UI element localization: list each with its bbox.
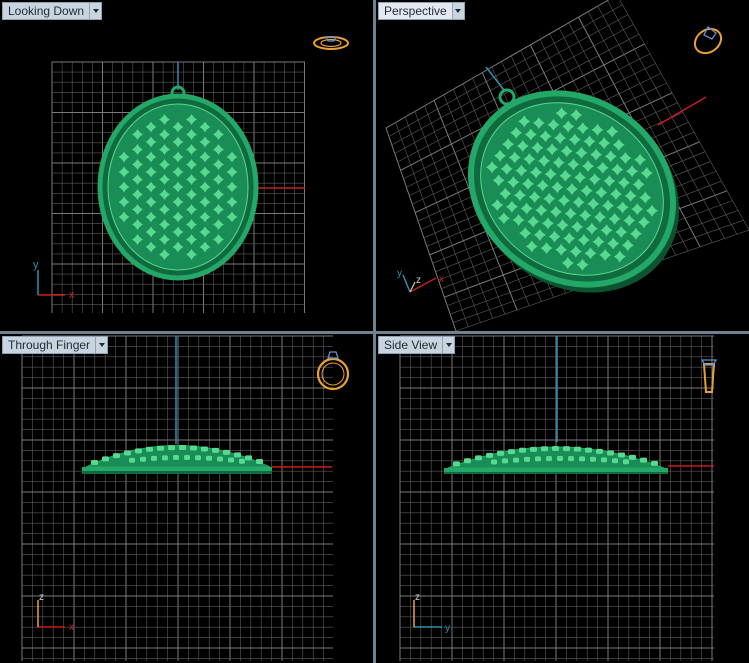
viewport-looking-down-canvas[interactable]: y x bbox=[0, 0, 373, 331]
gizmo-label-1: z bbox=[39, 592, 44, 603]
gizmo-label-3: x bbox=[439, 274, 444, 285]
viewport-perspective[interactable]: y z x Perspective bbox=[376, 0, 749, 331]
pendant-base-shadow bbox=[444, 472, 668, 474]
world-axis-gizmo: y x bbox=[33, 259, 75, 301]
construction-grid bbox=[21, 335, 333, 661]
viewport-header-through-finger: Through Finger bbox=[2, 336, 109, 354]
viewport-header-side-view: Side View bbox=[378, 336, 456, 354]
viewport-side-view[interactable]: z y Side View bbox=[376, 334, 749, 663]
viewport-header-looking-down: Looking Down bbox=[2, 2, 103, 20]
chevron-down-icon bbox=[92, 9, 99, 13]
viewport-title-perspective[interactable]: Perspective bbox=[378, 2, 453, 20]
world-axis-gizmo: z x bbox=[37, 592, 74, 633]
gizmo-label-1: y bbox=[397, 268, 402, 279]
viewport-header-perspective: Perspective bbox=[378, 2, 465, 20]
ring-perspective-view-icon[interactable] bbox=[690, 24, 726, 58]
viewport-through-finger[interactable]: z x Through Finger bbox=[0, 334, 373, 663]
viewport-through-finger-canvas[interactable]: z x bbox=[0, 334, 373, 663]
chevron-down-icon bbox=[98, 343, 105, 347]
gizmo-label-1: z bbox=[415, 592, 420, 603]
world-axis-gizmo: z y bbox=[413, 592, 450, 634]
viewport-splitter-horizontal[interactable] bbox=[0, 331, 749, 334]
viewport-menu-dropdown[interactable] bbox=[90, 2, 103, 20]
ring-side-view-icon[interactable] bbox=[700, 359, 718, 393]
world-axis-gizmo: y z x bbox=[397, 268, 444, 293]
x-axis-line bbox=[657, 96, 707, 126]
viewport-menu-dropdown[interactable] bbox=[452, 2, 465, 20]
pendant-base-profile bbox=[444, 468, 668, 472]
viewport-menu-dropdown[interactable] bbox=[443, 336, 456, 354]
viewport-side-view-canvas[interactable]: z y bbox=[376, 334, 749, 663]
viewport-perspective-canvas[interactable]: y z x bbox=[376, 0, 749, 331]
pendant-base-shadow bbox=[82, 471, 272, 474]
oval-pendant-model[interactable] bbox=[97, 85, 259, 281]
oval-pendant-model[interactable] bbox=[82, 445, 272, 474]
chevron-down-icon bbox=[455, 9, 462, 13]
ring-front-view-icon[interactable] bbox=[316, 351, 350, 391]
ring-top-view-icon[interactable] bbox=[313, 36, 349, 50]
viewport-menu-dropdown[interactable] bbox=[96, 336, 109, 354]
viewport-looking-down[interactable]: y x Looking Down bbox=[0, 0, 373, 331]
gizmo-label-2: z bbox=[416, 275, 421, 286]
viewport-title-side-view[interactable]: Side View bbox=[378, 336, 444, 354]
viewport-title-through-finger[interactable]: Through Finger bbox=[2, 336, 97, 354]
viewport-title-looking-down[interactable]: Looking Down bbox=[2, 2, 91, 20]
gizmo-label-2: y bbox=[445, 623, 450, 634]
chevron-down-icon bbox=[445, 343, 452, 347]
gizmo-label-2: x bbox=[69, 622, 74, 633]
gizmo-label-1: y bbox=[33, 259, 39, 271]
gizmo-label-2: x bbox=[69, 289, 75, 301]
oval-pendant-model[interactable] bbox=[434, 54, 718, 331]
pendant-base-profile bbox=[82, 467, 272, 471]
